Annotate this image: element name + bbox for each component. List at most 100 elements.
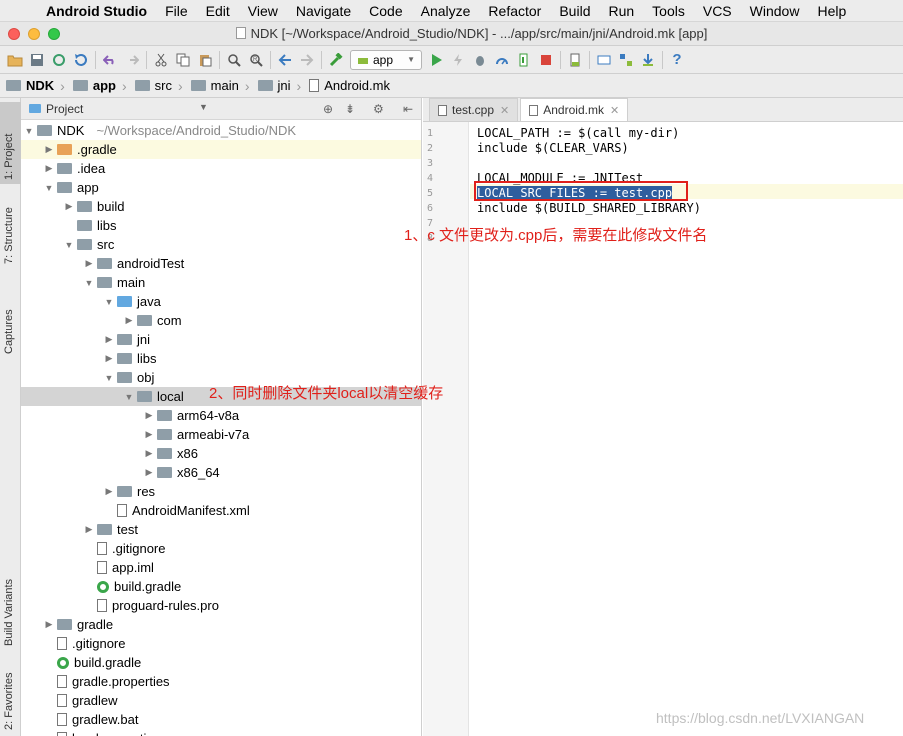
menu-edit[interactable]: Edit — [197, 0, 239, 22]
tree-node[interactable]: .gitignore — [21, 539, 421, 558]
tree-node-root[interactable]: ▼ NDK ~/Workspace/Android_Studio/NDK — [21, 121, 421, 140]
sdk-icon[interactable] — [593, 49, 615, 71]
avd-icon[interactable] — [564, 49, 586, 71]
apply-changes-icon[interactable] — [447, 49, 469, 71]
refresh-icon[interactable] — [70, 49, 92, 71]
editor-tab-android-mk[interactable]: Android.mk ✕ — [520, 98, 629, 121]
collapse-arrow-icon[interactable]: ▼ — [101, 373, 117, 383]
code-line[interactable]: include $(CLEAR_VARS) — [477, 141, 629, 155]
tree-node[interactable]: ▶ armeabi-v7a — [21, 425, 421, 444]
stop-icon[interactable] — [535, 49, 557, 71]
structure-icon[interactable] — [615, 49, 637, 71]
tree-node[interactable]: ▶ libs — [21, 349, 421, 368]
tree-node[interactable]: .gitignore — [21, 634, 421, 653]
build-icon[interactable] — [325, 49, 347, 71]
back-icon[interactable] — [274, 49, 296, 71]
folder-open-icon[interactable] — [4, 49, 26, 71]
breadcrumb-item-ndk[interactable]: NDK › — [6, 78, 73, 94]
project-view-select[interactable]: Project — [46, 102, 83, 116]
expand-arrow-icon[interactable]: ▶ — [81, 258, 97, 269]
collapse-all-icon[interactable]: ⇟ — [345, 102, 355, 116]
tree-node[interactable]: ▶ androidTest — [21, 254, 421, 273]
profile-icon[interactable] — [491, 49, 513, 71]
collapse-arrow-icon[interactable]: ▼ — [81, 278, 97, 288]
forward-icon[interactable] — [296, 49, 318, 71]
tree-node[interactable]: proguard-rules.pro — [21, 596, 421, 615]
breadcrumb-item-main[interactable]: main › — [190, 78, 258, 94]
gear-icon[interactable]: ⚙ — [373, 102, 384, 116]
tree-node[interactable]: ▼ main — [21, 273, 421, 292]
menu-analyze[interactable]: Analyze — [412, 0, 480, 22]
expand-arrow-icon[interactable]: ▶ — [61, 201, 77, 212]
tree-node[interactable]: ▶ com — [21, 311, 421, 330]
tree-node[interactable]: build.gradle — [21, 577, 421, 596]
menu-run[interactable]: Run — [599, 0, 643, 22]
expand-arrow-icon[interactable]: ▶ — [41, 163, 57, 174]
redo-icon[interactable] — [121, 49, 143, 71]
menu-vcs[interactable]: VCS — [694, 0, 741, 22]
attach-icon[interactable] — [513, 49, 535, 71]
breadcrumb-item-src[interactable]: src › — [134, 78, 191, 94]
tree-node[interactable]: ▶ build — [21, 197, 421, 216]
tab-favorites[interactable]: 2: Favorites — [0, 664, 21, 734]
expand-arrow-icon[interactable]: ▶ — [141, 410, 157, 421]
tree-node[interactable]: app.iml — [21, 558, 421, 577]
tree-node[interactable]: local.properties — [21, 729, 421, 736]
expand-arrow-icon[interactable]: ▶ — [81, 524, 97, 535]
tree-node[interactable]: ▶ gradle — [21, 615, 421, 634]
tree-node[interactable]: build.gradle — [21, 653, 421, 672]
expand-arrow-icon[interactable]: ▶ — [101, 486, 117, 497]
cut-icon[interactable] — [150, 49, 172, 71]
tab-build-variants[interactable]: Build Variants — [0, 554, 21, 650]
tree-node[interactable]: libs — [21, 216, 421, 235]
menu-app-name[interactable]: Android Studio — [40, 0, 156, 22]
expand-arrow-icon[interactable]: ▶ — [121, 315, 137, 326]
expand-arrow-icon[interactable]: ▶ — [41, 144, 57, 155]
collapse-arrow-icon[interactable]: ▼ — [61, 240, 77, 250]
tab-structure[interactable]: 7: Structure — [0, 188, 21, 268]
expand-arrow-icon[interactable]: ▶ — [101, 334, 117, 345]
breadcrumb-item-jni[interactable]: jni › — [257, 78, 310, 94]
editor-tab-test-cpp[interactable]: test.cpp ✕ — [429, 98, 519, 121]
find-icon[interactable] — [223, 49, 245, 71]
menu-help[interactable]: Help — [808, 0, 855, 22]
menu-build[interactable]: Build — [550, 0, 599, 22]
collapse-arrow-icon[interactable]: ▼ — [121, 392, 137, 402]
menu-view[interactable]: View — [239, 0, 287, 22]
undo-icon[interactable] — [99, 49, 121, 71]
collapse-arrow-icon[interactable]: ▼ — [41, 183, 57, 193]
close-tab-icon[interactable]: ✕ — [610, 104, 619, 117]
menu-window[interactable]: Window — [741, 0, 809, 22]
expand-arrow-icon[interactable]: ▶ — [101, 353, 117, 364]
expand-arrow-icon[interactable]: ▶ — [141, 448, 157, 459]
tree-node[interactable]: ▼ src — [21, 235, 421, 254]
menu-code[interactable]: Code — [360, 0, 411, 22]
run-config-select[interactable]: app ▼ — [350, 49, 422, 70]
chevron-down-icon[interactable]: ▼ — [199, 102, 208, 112]
code-line[interactable]: LOCAL_PATH := $(call my-dir) — [477, 126, 679, 140]
hide-panel-icon[interactable]: ⇤ — [403, 102, 413, 116]
download-icon[interactable] — [637, 49, 659, 71]
expand-arrow-icon[interactable]: ▶ — [141, 429, 157, 440]
expand-arrow-icon[interactable]: ▶ — [141, 467, 157, 478]
tree-node[interactable]: gradlew.bat — [21, 710, 421, 729]
tab-project[interactable]: 1: Project — [0, 102, 21, 184]
menu-refactor[interactable]: Refactor — [479, 0, 550, 22]
tree-node[interactable]: ▶ x86 — [21, 444, 421, 463]
tree-node[interactable]: ▶ res — [21, 482, 421, 501]
tree-node[interactable]: ▶ x86_64 — [21, 463, 421, 482]
tree-node[interactable]: ▼ app — [21, 178, 421, 197]
code-line[interactable]: include $(BUILD_SHARED_LIBRARY) — [477, 201, 701, 215]
breadcrumb-item-app[interactable]: app › — [72, 78, 135, 94]
menu-tools[interactable]: Tools — [643, 0, 694, 22]
menu-navigate[interactable]: Navigate — [287, 0, 360, 22]
menu-file[interactable]: File — [156, 0, 197, 22]
tree-node[interactable]: ▶ arm64-v8a — [21, 406, 421, 425]
replace-icon[interactable]: R — [245, 49, 267, 71]
tab-captures[interactable]: Captures — [0, 284, 21, 358]
paste-icon[interactable] — [194, 49, 216, 71]
tree-node[interactable]: ▼ java — [21, 292, 421, 311]
run-icon[interactable] — [425, 49, 447, 71]
debug-icon[interactable] — [469, 49, 491, 71]
sync-icon[interactable] — [48, 49, 70, 71]
